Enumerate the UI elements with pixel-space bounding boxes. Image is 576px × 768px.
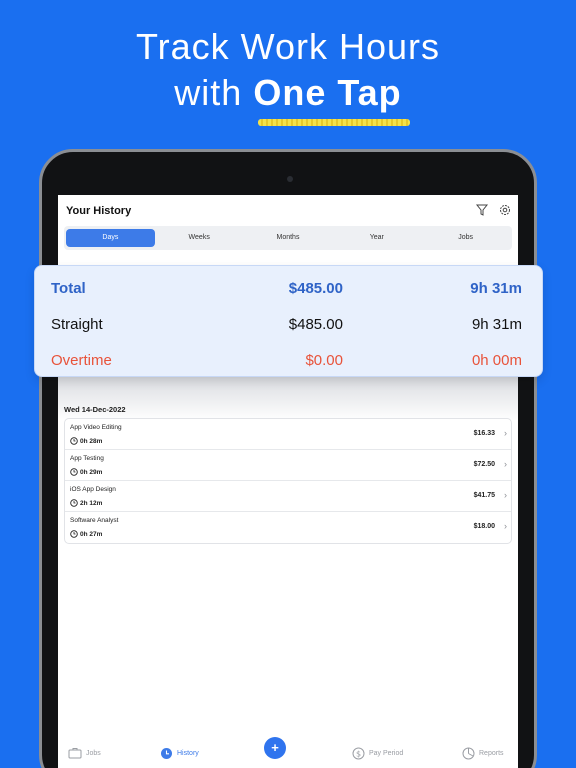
duration: 2h 12m [70,499,102,507]
headline: Track Work Hours with One Tap [0,24,576,116]
tabbar-history[interactable]: History [160,747,199,760]
bottom-tab-bar: Jobs History + $ Pay Period Reports [58,737,518,768]
tab-jobs[interactable]: Jobs [421,229,510,247]
overtime-time: 0h 00m [471,352,522,369]
duration: 0h 28m [70,437,102,445]
headline-prefix: with [174,72,254,113]
history-clock-icon [161,748,172,759]
chevron-right-icon: › [504,459,507,469]
tab-weeks[interactable]: Weeks [155,229,244,247]
amount: $16.33 [473,430,495,437]
page-title: Your History [66,205,132,217]
filter-icon[interactable] [475,203,489,217]
period-tabs: Days Weeks Months Year Jobs [64,226,512,250]
tabbar-reports-label: Reports [479,750,504,757]
duration-value: 0h 29m [80,468,103,476]
svg-text:$: $ [356,749,361,758]
chevron-right-icon: › [504,521,507,531]
headline-line-1: Track Work Hours [135,26,441,67]
dollar-icon: $ [352,747,365,760]
headline-line-2: with One Tap [0,70,576,116]
summary-row-straight: Straight $485.00 9h 31m [35,310,544,340]
straight-amount: $485.00 [288,316,343,333]
summary-row-overtime: Overtime $0.00 0h 00m [35,346,544,376]
job-name: Software Analyst [70,517,119,524]
summary-card: Total $485.00 9h 31m Straight $485.00 9h… [34,265,543,377]
job-name: App Video Editing [70,424,122,431]
clock-icon [70,468,78,476]
duration: 0h 27m [70,530,102,538]
tablet-device: Your History Days Weeks Months Year Jobs… [39,149,537,768]
total-label: Total [51,280,86,297]
chevron-right-icon: › [504,428,507,438]
tab-months[interactable]: Months [244,229,333,247]
entries-list: App Video Editing 0h 28m $16.33 › App Te… [64,418,512,544]
pie-chart-icon [462,747,475,760]
amount: $72.50 [473,461,495,468]
total-amount: $485.00 [288,280,343,297]
tabbar-jobs-label: Jobs [86,749,101,757]
list-item[interactable]: App Video Editing 0h 28m $16.33 › [65,419,511,450]
straight-label: Straight [51,316,103,333]
tab-days[interactable]: Days [66,229,155,247]
camera-dot [287,176,293,182]
briefcase-icon [68,748,82,759]
amount: $18.00 [473,523,495,530]
duration-value: 0h 27m [80,530,103,538]
list-item[interactable]: App Testing 0h 29m $72.50 › [65,450,511,481]
job-name: iOS App Design [70,486,116,493]
total-time: 9h 31m [470,280,522,297]
tabbar-pay-period-label: Pay Period [369,750,404,757]
list-item[interactable]: iOS App Design 2h 12m $41.75 › [65,481,511,512]
straight-time: 9h 31m [471,316,522,333]
list-item[interactable]: Software Analyst 0h 27m $18.00 › [65,512,511,543]
amount: $41.75 [473,492,495,499]
chevron-right-icon: › [504,490,507,500]
add-entry-button[interactable]: + [264,737,286,759]
summary-row-total: Total $485.00 9h 31m [35,274,544,304]
summary-shadow [58,373,518,421]
duration-value: 0h 28m [80,437,103,445]
tabbar-reports[interactable]: Reports [462,747,504,760]
overtime-label: Overtime [51,352,112,369]
tabbar-history-label: History [177,750,199,757]
day-header: Wed 14-Dec-2022 [64,405,126,414]
tabbar-jobs[interactable]: Jobs [68,747,101,759]
duration: 0h 29m [70,468,102,476]
overtime-amount: $0.00 [305,352,343,369]
tabbar-pay-period[interactable]: $ Pay Period [352,747,403,760]
clock-icon [70,530,78,538]
clock-icon [70,437,78,445]
job-name: App Testing [70,455,104,462]
gear-icon[interactable] [498,203,512,217]
duration-value: 2h 12m [80,499,103,507]
tab-year[interactable]: Year [332,229,421,247]
headline-emphasis: One Tap [253,72,402,113]
clock-icon [70,499,78,507]
highlight-underline [258,119,410,126]
